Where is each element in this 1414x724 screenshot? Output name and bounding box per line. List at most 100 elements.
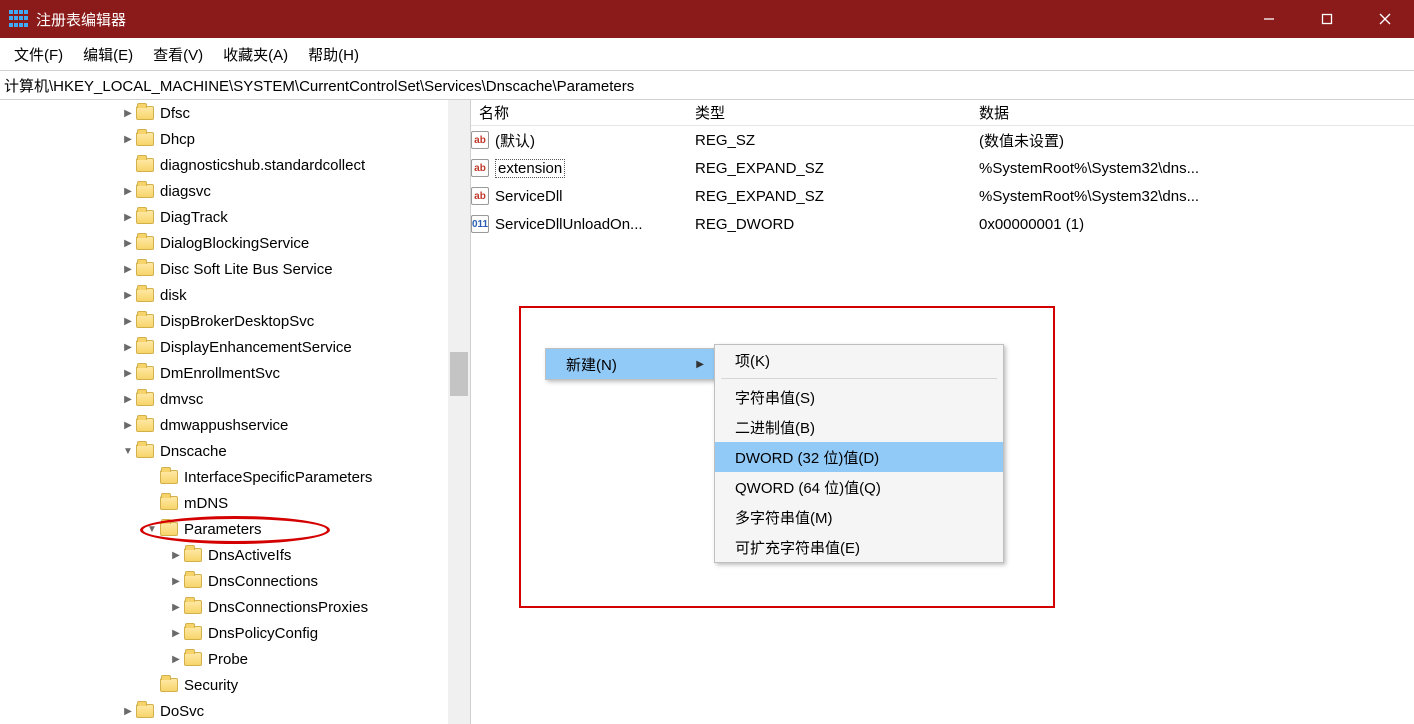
chevron-right-icon[interactable]: ▶ [120,420,136,431]
submenu-multi[interactable]: 多字符串值(M) [715,502,1003,532]
chevron-right-icon[interactable]: ▶ [120,264,136,275]
value-name: ServiceDll [495,188,563,205]
close-button[interactable] [1356,0,1414,38]
chevron-right-icon[interactable]: ▶ [120,212,136,223]
chevron-right-icon[interactable]: ▶ [120,368,136,379]
chevron-right-icon[interactable]: ▶ [120,186,136,197]
submenu-string-label: 字符串值(S) [735,387,815,408]
submenu-binary[interactable]: 二进制值(B) [715,412,1003,442]
folder-icon [136,184,154,198]
tree-item[interactable]: diagnosticshub.standardcollect [0,152,470,178]
chevron-right-icon[interactable]: ▶ [120,316,136,327]
folder-icon [136,314,154,328]
tree-item[interactable]: ▶DnsPolicyConfig [0,620,470,646]
chevron-right-icon[interactable]: ▶ [120,108,136,119]
tree-item-label: Probe [208,651,248,668]
chevron-right-icon[interactable]: ▶ [168,602,184,613]
submenu-expand-label: 可扩充字符串值(E) [735,537,860,558]
address-bar[interactable]: 计算机\HKEY_LOCAL_MACHINE\SYSTEM\CurrentCon… [0,70,1414,100]
folder-icon [184,600,202,614]
tree-item[interactable]: ▶disk [0,282,470,308]
menu-edit[interactable]: 编辑(E) [73,40,143,69]
value-name[interactable]: extension [495,159,565,178]
tree-item[interactable]: ▶ DialogBlockingService [0,230,470,256]
chevron-right-icon[interactable]: ▶ [120,394,136,405]
menu-view[interactable]: 查看(V) [143,40,213,69]
folder-icon [160,470,178,484]
tree-item[interactable]: ▶ Probe [0,646,470,672]
context-submenu: 项(K) 字符串值(S) 二进制值(B) DWORD (32 位)值(D) QW… [714,344,1004,563]
folder-icon [136,236,154,250]
tree-item[interactable]: ▶DnsActiveIfs [0,542,470,568]
submenu-multi-label: 多字符串值(M) [735,507,833,528]
submenu-key-label: 项(K) [735,350,770,371]
context-menu: 新建(N) ▶ [545,348,715,380]
tree[interactable]: ▶Dfsc▶Dhcpdiagnosticshub.standardcollect… [0,100,470,724]
context-menu-new-label: 新建(N) [566,354,617,375]
column-header-data[interactable]: 数据 [971,102,1414,123]
address-path: 计算机\HKEY_LOCAL_MACHINE\SYSTEM\CurrentCon… [4,75,634,96]
list-row[interactable]: ab(默认)REG_SZ(数值未设置) [471,126,1414,154]
submenu-key[interactable]: 项(K) [715,345,1003,375]
value-type: REG_DWORD [687,216,971,233]
tree-item-label: DnsConnections [208,573,318,590]
chevron-right-icon[interactable]: ▶ [168,576,184,587]
folder-icon [136,366,154,380]
list-row[interactable]: abextensionREG_EXPAND_SZ%SystemRoot%\Sys… [471,154,1414,182]
tree-scrollbar-thumb[interactable] [450,352,468,396]
menu-favorites[interactable]: 收藏夹(A) [213,40,298,69]
tree-item[interactable]: mDNS [0,490,470,516]
chevron-down-icon[interactable]: ▼ [120,446,136,457]
submenu-binary-label: 二进制值(B) [735,417,815,438]
chevron-right-icon[interactable]: ▶ [168,628,184,639]
value-data: %SystemRoot%\System32\dns... [971,188,1414,205]
chevron-right-icon[interactable]: ▶ [120,290,136,301]
menu-help[interactable]: 帮助(H) [298,40,369,69]
chevron-right-icon[interactable]: ▶ [168,654,184,665]
tree-item[interactable]: ▶ DnsConnections [0,568,470,594]
column-header-name[interactable]: 名称 [471,102,687,123]
chevron-right-icon[interactable]: ▶ [120,134,136,145]
tree-item[interactable]: ▶DnsConnectionsProxies [0,594,470,620]
folder-icon [184,626,202,640]
tree-item[interactable]: ▶dmvsc [0,386,470,412]
chevron-right-icon[interactable]: ▶ [120,706,136,717]
column-header-type[interactable]: 类型 [687,102,971,123]
submenu-dword[interactable]: DWORD (32 位)值(D) [715,442,1003,472]
list-rows[interactable]: ab(默认)REG_SZ(数值未设置)abextensionREG_EXPAND… [471,126,1414,238]
tree-item[interactable]: ▶diagsvc [0,178,470,204]
maximize-button[interactable] [1298,0,1356,38]
tree-item[interactable]: ▶DoSvc [0,698,470,724]
submenu-qword-label: QWORD (64 位)值(Q) [735,477,881,498]
tree-item[interactable]: ▶DmEnrollmentSvc [0,360,470,386]
value-type: REG_EXPAND_SZ [687,188,971,205]
submenu-expand[interactable]: 可扩充字符串值(E) [715,532,1003,562]
folder-icon [184,652,202,666]
value-data: 0x00000001 (1) [971,216,1414,233]
tree-item[interactable]: InterfaceSpecificParameters [0,464,470,490]
tree-item[interactable]: ▶DispBrokerDesktopSvc [0,308,470,334]
list-row[interactable]: ab ServiceDll REG_EXPAND_SZ%SystemRoot%\Sy… [471,182,1414,210]
list-row[interactable]: 011ServiceDllUnloadOn...REG_DWORD0x00000… [471,210,1414,238]
tree-item-label: Disc Soft Lite Bus Service [160,261,333,278]
tree-item[interactable]: Security [0,672,470,698]
string-value-icon: ab [471,187,489,205]
tree-item-label: DialogBlockingService [160,235,309,252]
chevron-right-icon[interactable]: ▶ [120,238,136,249]
tree-item[interactable]: ▶Dhcp [0,126,470,152]
tree-item[interactable]: ▶DiagTrack [0,204,470,230]
tree-item[interactable]: ▶DisplayEnhancementService [0,334,470,360]
tree-item[interactable]: ▶Dfsc [0,100,470,126]
tree-item[interactable]: ▶dmwappushservice [0,412,470,438]
tree-scrollbar[interactable] [448,100,470,724]
submenu-qword[interactable]: QWORD (64 位)值(Q) [715,472,1003,502]
chevron-right-icon[interactable]: ▶ [168,550,184,561]
tree-item[interactable]: ▼Dnscache [0,438,470,464]
tree-item[interactable]: ▶ Disc Soft Lite Bus Service [0,256,470,282]
menu-file[interactable]: 文件(F) [4,40,73,69]
submenu-string[interactable]: 字符串值(S) [715,382,1003,412]
context-menu-new[interactable]: 新建(N) ▶ [546,349,714,379]
chevron-right-icon[interactable]: ▶ [120,342,136,353]
minimize-button[interactable] [1240,0,1298,38]
window-title: 注册表编辑器 [36,9,126,30]
